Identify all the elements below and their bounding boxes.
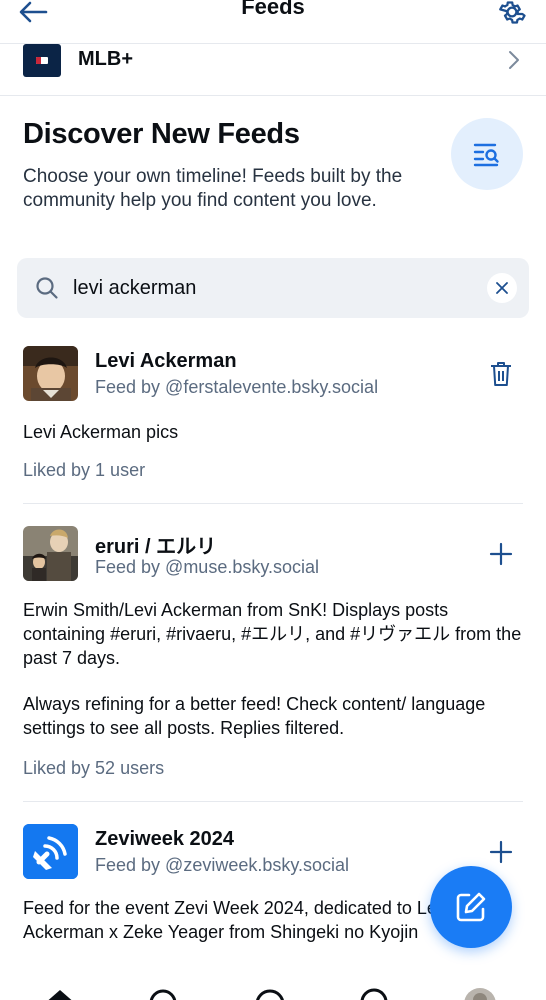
- compose-button[interactable]: [430, 866, 512, 948]
- nav-home[interactable]: [40, 984, 80, 1000]
- settings-button[interactable]: [492, 0, 532, 32]
- feed-author: Feed by @muse.bsky.social: [95, 557, 320, 577]
- divider: [23, 503, 523, 504]
- discover-section: Discover New Feeds Choose your own timel…: [23, 118, 443, 213]
- remove-feed-button[interactable]: [487, 360, 515, 388]
- chevron-right-icon: [508, 50, 520, 75]
- feed-description-paragraph: Erwin Smith/Levi Ackerman from SnK! Disp…: [23, 600, 522, 668]
- plus-icon: [489, 840, 513, 864]
- gear-icon: [499, 1, 526, 24]
- discover-title: Discover New Feeds: [23, 118, 300, 150]
- feed-card[interactable]: eruri / エルリ Feed by @muse.bsky.social Er…: [23, 526, 523, 786]
- feed-likes[interactable]: Liked by 1 user: [23, 460, 145, 481]
- nav-chat[interactable]: [250, 984, 290, 1000]
- discover-description: Choose your own timeline! Feeds built by…: [23, 166, 403, 211]
- feed-description: Erwin Smith/Levi Ackerman from SnK! Disp…: [23, 598, 528, 740]
- bottom-nav: [0, 968, 546, 1000]
- mlb-logo-icon: [23, 44, 61, 77]
- feed-avatar: [23, 346, 78, 401]
- feed-description: Levi Ackerman pics: [23, 422, 179, 442]
- divider: [23, 801, 523, 802]
- feed-author: Feed by @zeviweek.bsky.social: [95, 855, 350, 875]
- add-feed-button[interactable]: [487, 540, 515, 568]
- pinned-feed-row[interactable]: MLB+: [0, 44, 546, 96]
- nav-notifications[interactable]: [354, 984, 394, 1000]
- avatar: [464, 988, 496, 1000]
- chat-icon: [256, 989, 284, 1000]
- feed-avatar: [23, 526, 78, 581]
- close-icon: [496, 282, 508, 294]
- feed-likes[interactable]: Liked by 52 users: [23, 758, 164, 779]
- feed-author: Feed by @ferstalevente.bsky.social: [95, 377, 379, 397]
- top-bar: Feeds: [0, 0, 546, 44]
- search-icon: [36, 277, 58, 299]
- feed-avatar: [23, 824, 78, 879]
- pinned-feed-label: MLB+: [78, 48, 133, 70]
- home-icon: [48, 990, 72, 1000]
- list-search-icon: [473, 143, 499, 167]
- feed-name: eruri / エルリ: [95, 536, 217, 558]
- nav-search[interactable]: [144, 984, 184, 1000]
- compose-icon: [456, 892, 486, 922]
- search-bar: [17, 258, 529, 318]
- feed-name: Zeviweek 2024: [95, 828, 234, 850]
- feed-card[interactable]: Levi Ackerman Feed by @ferstalevente.bsk…: [23, 346, 523, 486]
- feed-name: Levi Ackerman: [95, 350, 237, 372]
- feed-description-paragraph: Always refining for a better feed! Check…: [23, 694, 486, 738]
- discover-feeds-button[interactable]: [451, 118, 523, 190]
- nav-profile-avatar[interactable]: [460, 984, 500, 1000]
- trash-icon: [491, 362, 511, 386]
- bell-icon: [360, 988, 388, 1000]
- clear-search-button[interactable]: [487, 273, 517, 303]
- add-feed-button[interactable]: [487, 838, 515, 866]
- plus-icon: [489, 542, 513, 566]
- search-input[interactable]: [73, 270, 473, 306]
- search-icon: [149, 989, 177, 1000]
- page-title: Feeds: [241, 0, 305, 19]
